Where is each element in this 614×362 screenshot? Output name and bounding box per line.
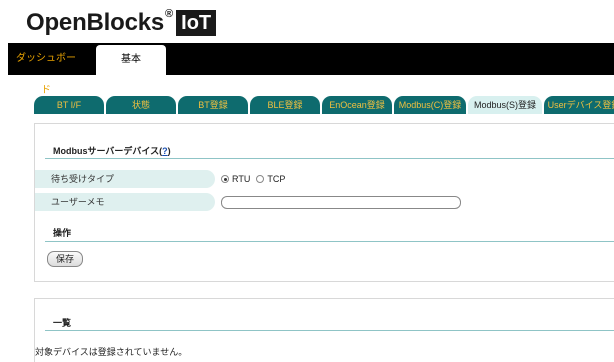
subtab-modbus-s-register[interactable]: Modbus(S)登録 — [468, 96, 542, 114]
modbus-section-title: Modbusサーバーデバイス(?) — [53, 146, 171, 156]
subtab-user-device-register[interactable]: Userデバイス登録 — [544, 96, 614, 114]
wait-type-label: 待ち受けタイプ — [35, 170, 215, 188]
sub-tab-bar: BT I/F 状態 BT登録 BLE登録 EnOcean登録 Modbus(C)… — [34, 96, 614, 114]
subtab-status[interactable]: 状態 — [106, 96, 176, 114]
modbus-server-panel: Modbusサーバーデバイス(?) 待ち受けタイプ RTU TCP ユーザーメモ… — [34, 123, 614, 282]
brand-iot-badge: IoT — [176, 10, 217, 36]
radio-rtu[interactable] — [221, 175, 229, 183]
subtab-ble-register[interactable]: BLE登録 — [250, 96, 320, 114]
empty-list-message: 対象デバイスは登録されていません。 — [35, 347, 188, 357]
list-section-title: 一覧 — [53, 318, 72, 328]
tab-dashboard[interactable]: ダッシュボード — [12, 43, 80, 96]
section-divider — [45, 330, 614, 331]
radio-tcp[interactable] — [256, 175, 265, 183]
brand-registered-mark: ® — [165, 8, 174, 20]
subtab-bt-if[interactable]: BT I/F — [34, 96, 104, 114]
subtab-bt-register[interactable]: BT登録 — [178, 96, 248, 114]
user-memo-input[interactable] — [221, 196, 461, 209]
radio-tcp-label: TCP — [267, 174, 286, 184]
save-button[interactable]: 保存 — [47, 251, 83, 267]
top-navigation-bar: ダッシュボード 基本 — [8, 43, 614, 96]
operation-title: 操作 — [53, 228, 72, 238]
user-memo-label: ユーザーメモ — [35, 193, 215, 211]
subtab-enocean-register[interactable]: EnOcean登録 — [322, 96, 392, 114]
section-divider — [45, 158, 614, 159]
brand-name: OpenBlocks — [26, 9, 165, 36]
subtab-modbus-c-register[interactable]: Modbus(C)登録 — [394, 96, 466, 114]
tab-basic[interactable]: 基本 — [96, 45, 166, 75]
radio-rtu-label: RTU — [232, 174, 251, 184]
section-divider — [45, 241, 614, 242]
device-list-panel: 一覧 対象デバイスは登録されていません。 — [34, 298, 614, 362]
wait-type-radio-group: RTU TCP — [221, 174, 288, 184]
brand-logo: OpenBlocks ® IoT — [26, 8, 217, 38]
